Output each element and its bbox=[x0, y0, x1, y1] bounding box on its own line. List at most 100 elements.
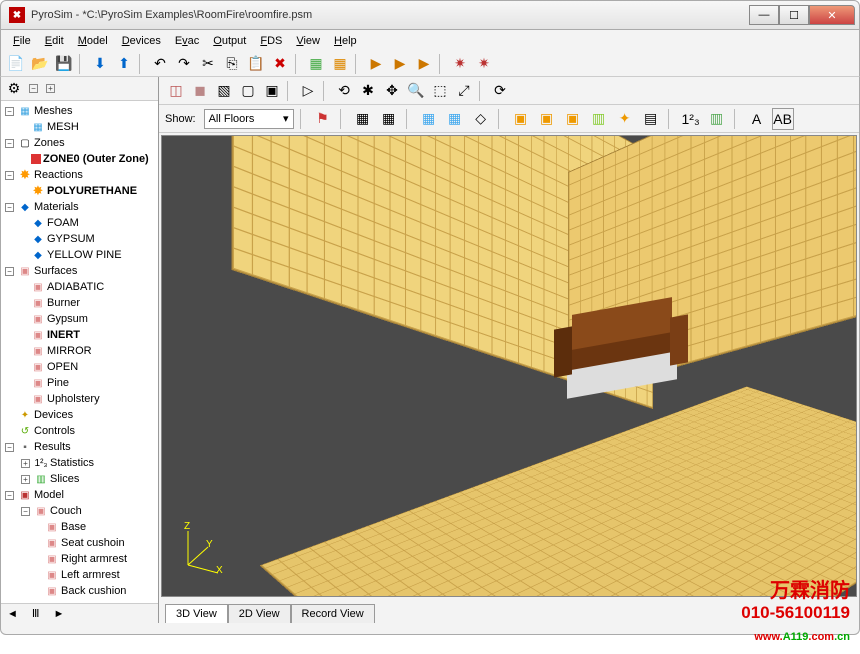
expander-icon[interactable]: − bbox=[5, 107, 14, 116]
menu-fds[interactable]: FDS bbox=[254, 33, 288, 49]
label-a-icon[interactable]: A bbox=[746, 108, 768, 130]
tree-pine[interactable]: Pine bbox=[47, 377, 69, 389]
tree-burner[interactable]: Burner bbox=[47, 297, 80, 309]
group-icon[interactable]: ▣ bbox=[261, 80, 283, 102]
expander-icon[interactable]: − bbox=[5, 171, 14, 180]
tree-slices[interactable]: Slices bbox=[50, 473, 79, 485]
floor-select[interactable]: All Floors▾ bbox=[204, 109, 294, 129]
copy-icon[interactable]: ⎘ bbox=[221, 53, 243, 75]
maximize-button[interactable]: ☐ bbox=[779, 5, 809, 25]
menu-file[interactable]: File bbox=[7, 33, 37, 49]
show-hvac-icon[interactable]: ▤ bbox=[640, 108, 662, 130]
tree-gypsum-m[interactable]: GYPSUM bbox=[47, 233, 95, 245]
show-dev-icon[interactable]: ✦ bbox=[614, 108, 636, 130]
select-icon[interactable]: ▷ bbox=[297, 80, 319, 102]
menu-edit[interactable]: Edit bbox=[39, 33, 70, 49]
show-slice-icon[interactable]: ▥ bbox=[588, 108, 610, 130]
model-tree[interactable]: −▦Meshes ▦MESH −▢Zones ZONE0 (Outer Zone… bbox=[1, 101, 158, 603]
scroll-right-icon[interactable]: ► bbox=[53, 608, 64, 620]
tree-inert[interactable]: INERT bbox=[47, 329, 80, 341]
tree-backc[interactable]: Back cushion bbox=[61, 585, 126, 597]
tree-larm[interactable]: Left armrest bbox=[61, 569, 120, 581]
show-mesh3-icon[interactable]: ◇ bbox=[470, 108, 492, 130]
paste-icon[interactable]: 📋 bbox=[245, 53, 267, 75]
import-icon[interactable]: ⬇ bbox=[89, 53, 111, 75]
zoombox-icon[interactable]: ⬚ bbox=[429, 80, 451, 102]
menu-output[interactable]: Output bbox=[207, 33, 252, 49]
expander-icon[interactable]: − bbox=[5, 443, 14, 452]
delete-icon[interactable]: ✖ bbox=[269, 53, 291, 75]
tree-mirror[interactable]: MIRROR bbox=[47, 345, 92, 357]
scroll-thumb[interactable]: Ⅲ bbox=[32, 607, 40, 620]
show-bg-icon[interactable]: ▥ bbox=[706, 108, 728, 130]
run3-icon[interactable]: ▶ bbox=[413, 53, 435, 75]
tree-scrollbar[interactable]: ◄ Ⅲ ► bbox=[1, 603, 158, 623]
menu-view[interactable]: View bbox=[290, 33, 326, 49]
expander-icon[interactable]: + bbox=[21, 475, 30, 484]
tree-mesh[interactable]: MESH bbox=[47, 121, 79, 133]
tab-2d-view[interactable]: 2D View bbox=[228, 604, 291, 623]
undo-icon[interactable]: ↶ bbox=[149, 53, 171, 75]
export-icon[interactable]: ⬆ bbox=[113, 53, 135, 75]
menu-devices[interactable]: Devices bbox=[116, 33, 167, 49]
label-b-icon[interactable]: AB bbox=[772, 108, 794, 130]
walk-icon[interactable]: ✱ bbox=[357, 80, 379, 102]
tree-couch[interactable]: Couch bbox=[50, 505, 82, 517]
tree-controls[interactable]: Controls bbox=[34, 425, 75, 437]
open-icon[interactable]: 📂 bbox=[29, 53, 51, 75]
run-icon[interactable]: ▶ bbox=[365, 53, 387, 75]
save-icon[interactable]: 💾 bbox=[53, 53, 75, 75]
reset-icon[interactable]: ⟳ bbox=[489, 80, 511, 102]
tree-zones[interactable]: Zones bbox=[34, 137, 65, 149]
shaded-icon[interactable]: ▧ bbox=[213, 80, 235, 102]
tree-materials[interactable]: Materials bbox=[34, 201, 79, 213]
tree-devices[interactable]: Devices bbox=[34, 409, 73, 421]
cut-icon[interactable]: ✂ bbox=[197, 53, 219, 75]
tree-foam[interactable]: FOAM bbox=[47, 217, 79, 229]
scroll-left-icon[interactable]: ◄ bbox=[7, 608, 18, 620]
tree-rarm[interactable]: Right armrest bbox=[61, 553, 127, 565]
clip-icon[interactable]: ▦ bbox=[352, 108, 374, 130]
tree-meshes[interactable]: Meshes bbox=[34, 105, 73, 117]
outline-icon[interactable]: ▢ bbox=[237, 80, 259, 102]
tab-3d-view[interactable]: 3D View bbox=[165, 604, 228, 623]
tool-a-icon[interactable]: ▦ bbox=[305, 53, 327, 75]
menu-evac[interactable]: Evac bbox=[169, 33, 205, 49]
orbit-icon[interactable]: ⟲ bbox=[333, 80, 355, 102]
show-obst-icon[interactable]: ▣ bbox=[510, 108, 532, 130]
fit-icon[interactable]: ⤢ bbox=[453, 80, 475, 102]
tool-b-icon[interactable]: ▦ bbox=[329, 53, 351, 75]
show-stat-icon[interactable]: 1²₃ bbox=[680, 108, 702, 130]
tree-seat[interactable]: Seat cushoin bbox=[61, 537, 125, 549]
3d-viewport[interactable]: Z Y X bbox=[161, 135, 857, 597]
expander-icon[interactable]: − bbox=[5, 491, 14, 500]
expand-all-icon[interactable]: + bbox=[46, 84, 55, 93]
show-mesh2-icon[interactable]: ▦ bbox=[444, 108, 466, 130]
expander-icon[interactable]: − bbox=[5, 139, 14, 148]
tree-surfaces[interactable]: Surfaces bbox=[34, 265, 77, 277]
show-vent-icon[interactable]: ▣ bbox=[562, 108, 584, 130]
tree-opts-icon[interactable]: ⚙ bbox=[5, 80, 23, 98]
menu-help[interactable]: Help bbox=[328, 33, 363, 49]
expander-icon[interactable]: + bbox=[21, 459, 30, 468]
flag-icon[interactable]: ⚑ bbox=[312, 108, 334, 130]
results2-icon[interactable]: ✷ bbox=[473, 53, 495, 75]
tree-upholstery[interactable]: Upholstery bbox=[47, 393, 100, 405]
tree-zone0[interactable]: ZONE0 (Outer Zone) bbox=[43, 153, 149, 165]
menu-model[interactable]: Model bbox=[72, 33, 114, 49]
new-icon[interactable]: 📄 bbox=[5, 53, 27, 75]
tree-statistics[interactable]: Statistics bbox=[50, 457, 94, 469]
tree-results[interactable]: Results bbox=[34, 441, 71, 453]
results-icon[interactable]: ✷ bbox=[449, 53, 471, 75]
tab-record-view[interactable]: Record View bbox=[291, 604, 375, 623]
collapse-all-icon[interactable]: − bbox=[29, 84, 38, 93]
expander-icon[interactable]: − bbox=[5, 203, 14, 212]
show-hole-icon[interactable]: ▣ bbox=[536, 108, 558, 130]
minimize-button[interactable]: ― bbox=[749, 5, 779, 25]
tree-yellowpine[interactable]: YELLOW PINE bbox=[47, 249, 122, 261]
close-button[interactable]: ✕ bbox=[809, 5, 855, 25]
tree-reactions[interactable]: Reactions bbox=[34, 169, 83, 181]
expander-icon[interactable]: − bbox=[21, 507, 30, 516]
tree-adiabatic[interactable]: ADIABATIC bbox=[47, 281, 104, 293]
tree-base[interactable]: Base bbox=[61, 521, 86, 533]
